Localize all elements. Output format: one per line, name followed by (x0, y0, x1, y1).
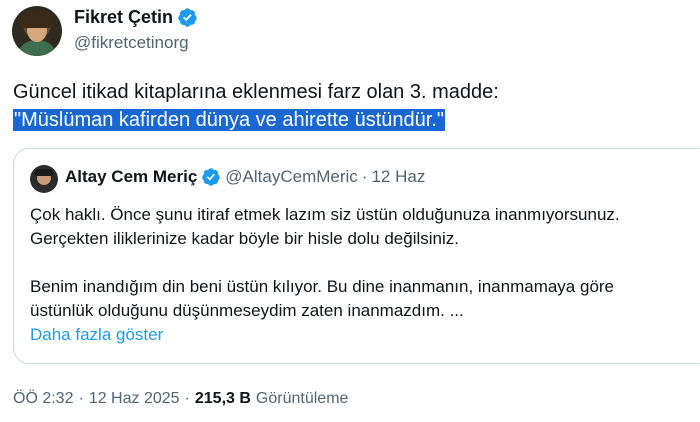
quoted-text-line: Benim inandığım din beni üstün kılıyor. … (30, 277, 615, 296)
verified-badge-icon (202, 168, 221, 186)
separator-dot: · (184, 390, 190, 407)
quoted-text-line: Çok haklı. Önce şunu itiraf etmek lazım … (30, 205, 620, 224)
quoted-tweet-date[interactable]: 12 Haz (371, 167, 425, 187)
tweet-text: Güncel itikad kitaplarına eklenmesi farz… (13, 78, 499, 134)
author-handle[interactable]: @fikretcetinorg (74, 33, 189, 53)
tweet-meta: ÖÖ 2:32 · 12 Haz 2025 · 215,3 B Görüntül… (13, 390, 348, 408)
quoted-text-line: Gerçekten iliklerinize kadar böyle bir h… (30, 229, 459, 248)
separator-dot: · (78, 390, 84, 407)
tweet-time[interactable]: ÖÖ 2:32 (13, 390, 73, 408)
tweet-text-line-1: Güncel itikad kitaplarına eklenmesi farz… (13, 81, 499, 103)
quoted-tweet-header: Altay Cem Meriç @AltayCemMeric · 12 Haz (65, 167, 425, 187)
show-more-link[interactable]: Daha fazla göster (30, 323, 620, 347)
author-avatar[interactable] (12, 6, 62, 56)
verified-badge-icon (178, 8, 197, 27)
quoted-tweet-body: Çok haklı. Önce şunu itiraf etmek lazım … (30, 203, 620, 347)
separator-dot: · (361, 167, 368, 186)
quoted-author-avatar[interactable] (30, 165, 58, 193)
quoted-author-name[interactable]: Altay Cem Meriç (65, 167, 197, 187)
quoted-author-handle[interactable]: @AltayCemMeric (225, 167, 358, 187)
author-display-name[interactable]: Fikret Çetin (74, 7, 173, 28)
tweet-date[interactable]: 12 Haz 2025 (89, 390, 180, 408)
quoted-text-line: üstünlük olduğunu düşünmeseydim zaten in… (30, 301, 464, 320)
view-count[interactable]: 215,3 B (195, 390, 251, 408)
quoted-tweet-card[interactable]: Altay Cem Meriç @AltayCemMeric · 12 Haz … (13, 148, 700, 364)
tweet-text-line-2-selected: "Müslüman kafirden dünya ve ahirette üst… (13, 109, 445, 131)
author-name-row: Fikret Çetin (74, 7, 198, 28)
view-count-label[interactable]: Görüntüleme (256, 390, 349, 408)
